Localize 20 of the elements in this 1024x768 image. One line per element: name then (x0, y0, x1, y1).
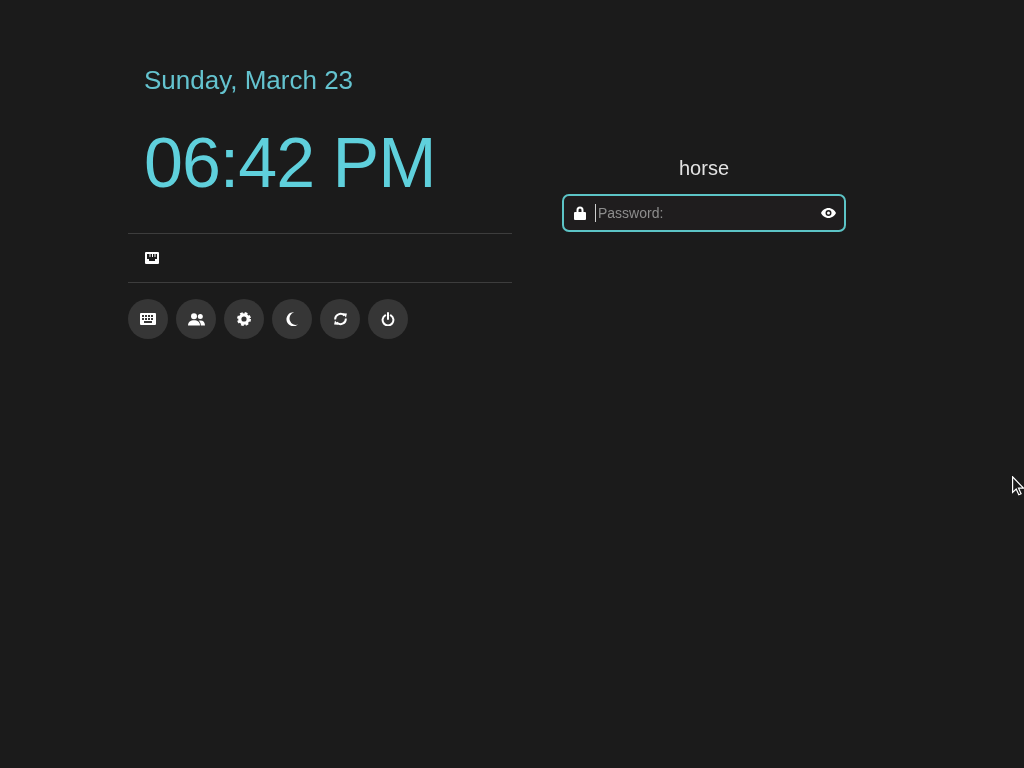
moon-icon (286, 312, 298, 326)
ethernet-icon (145, 252, 159, 264)
date-text: Sunday, March 23 (144, 65, 354, 95)
password-field[interactable]: Password: (562, 194, 846, 232)
eye-icon[interactable] (821, 208, 836, 218)
settings-icon (237, 312, 251, 326)
lock-icon (574, 206, 586, 220)
keyboard-button[interactable] (128, 299, 168, 339)
switch-user-button[interactable] (176, 299, 216, 339)
power-icon (381, 312, 395, 326)
username: horse (679, 156, 729, 180)
mouse-pointer-icon (1012, 476, 1024, 496)
suspend-button[interactable] (272, 299, 312, 339)
keyboard-icon (140, 313, 156, 325)
restart-button[interactable] (320, 299, 360, 339)
power-button[interactable] (368, 299, 408, 339)
refresh-icon (332, 312, 348, 326)
settings-button[interactable] (224, 299, 264, 339)
users-icon (187, 312, 205, 326)
clock-time: 06:42 PM (144, 128, 436, 198)
